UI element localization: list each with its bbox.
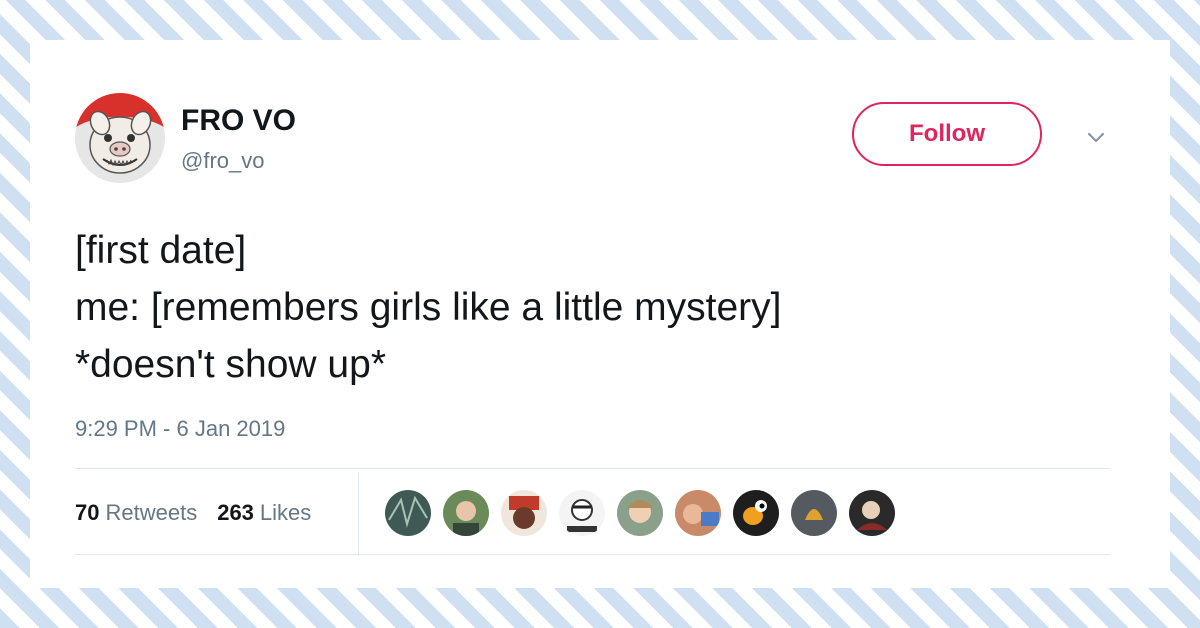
liker-avatar-8[interactable] bbox=[791, 490, 837, 536]
liker-avatar-1[interactable] bbox=[385, 490, 431, 536]
chevron-down-icon[interactable] bbox=[1082, 128, 1110, 148]
tweet-line: me: [remembers girls like a little myste… bbox=[75, 286, 782, 329]
retweets-label: Retweets bbox=[105, 500, 198, 525]
divider bbox=[75, 468, 1110, 469]
liker-avatar-3[interactable] bbox=[501, 490, 547, 536]
divider bbox=[75, 554, 1110, 555]
retweets-stat[interactable]: 70 Retweets bbox=[75, 500, 197, 526]
author-name[interactable]: FRO VO bbox=[181, 104, 296, 138]
likes-stat[interactable]: 263 Likes bbox=[217, 500, 311, 526]
liker-avatar-6[interactable] bbox=[675, 490, 721, 536]
liker-avatar-2[interactable] bbox=[443, 490, 489, 536]
author-avatar[interactable] bbox=[75, 93, 165, 183]
tweet-line: [first date] bbox=[75, 229, 247, 272]
likes-count: 263 bbox=[217, 500, 254, 525]
retweets-count: 70 bbox=[75, 500, 100, 525]
liker-avatar-5[interactable] bbox=[617, 490, 663, 536]
liker-avatar-9[interactable] bbox=[849, 490, 895, 536]
stats-separator bbox=[358, 472, 359, 556]
tweet-card: FRO VO @fro_vo Follow [first date] me: [… bbox=[30, 40, 1170, 588]
tweet-timestamp[interactable]: 9:29 PM - 6 Jan 2019 bbox=[75, 416, 285, 442]
liker-avatar-7[interactable] bbox=[733, 490, 779, 536]
tweet-text: [first date] me: [remembers girls like a… bbox=[75, 222, 1125, 393]
likes-label: Likes bbox=[259, 500, 312, 525]
tweet-line: *doesn't show up* bbox=[75, 343, 386, 386]
tweet-stats: 70 Retweets 263 Likes bbox=[75, 500, 311, 526]
liker-avatar-4[interactable] bbox=[559, 490, 605, 536]
liker-avatars bbox=[385, 490, 895, 536]
follow-button[interactable]: Follow bbox=[852, 102, 1042, 166]
author-handle[interactable]: @fro_vo bbox=[181, 148, 264, 174]
